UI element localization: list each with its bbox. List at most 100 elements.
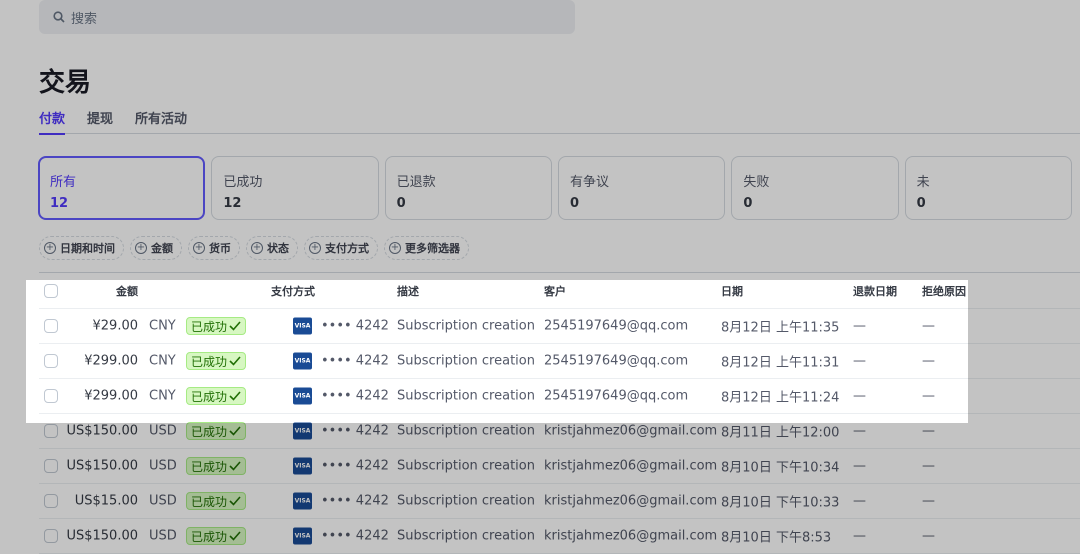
- table-row[interactable]: US$150.00 USD 已成功 VISA •••• 4242 Subscri…: [39, 414, 1080, 449]
- row-checkbox[interactable]: [44, 389, 58, 403]
- plus-circle-icon: +: [135, 242, 147, 254]
- status-card[interactable]: 失败 0: [731, 156, 899, 220]
- row-checkbox[interactable]: [44, 319, 58, 333]
- plus-circle-icon: +: [309, 242, 321, 254]
- card-last4: •••• 4242: [321, 318, 389, 334]
- filter-chip[interactable]: + 状态: [246, 236, 298, 260]
- amount: ¥299.00: [84, 388, 138, 404]
- filter-chip[interactable]: + 更多筛选器: [384, 236, 469, 260]
- visa-card-icon: VISA: [293, 492, 312, 510]
- description: Subscription creation: [397, 388, 535, 404]
- header-description[interactable]: 描述: [397, 283, 419, 299]
- header-customer[interactable]: 客户: [544, 283, 566, 299]
- amount: US$150.00: [66, 423, 138, 439]
- card-label: 未: [916, 175, 930, 190]
- search-icon: [53, 11, 65, 23]
- status-card[interactable]: 已退款 0: [384, 156, 552, 220]
- card-last4: •••• 4242: [321, 528, 389, 544]
- customer-email: 2545197649@qq.com: [544, 318, 689, 334]
- check-icon: [229, 391, 241, 401]
- date: 8月12日 上午11:35: [721, 320, 840, 336]
- row-checkbox[interactable]: [44, 424, 58, 438]
- filter-label: 日期和时间: [60, 242, 115, 255]
- table-row[interactable]: ¥29.00 CNY 已成功 VISA •••• 4242 Subscripti…: [39, 309, 1080, 344]
- status-card[interactable]: 未0: [904, 156, 1072, 220]
- header-date[interactable]: 日期: [721, 283, 743, 299]
- search-input[interactable]: 搜索: [39, 0, 575, 34]
- visa-card-icon: VISA: [293, 317, 312, 335]
- visa-card-icon: VISA: [293, 457, 312, 475]
- tab-payments[interactable]: 付款: [39, 108, 66, 135]
- decline-reason: —: [922, 493, 935, 509]
- status-label: 已成功: [191, 459, 228, 474]
- header-payment-method[interactable]: 支付方式: [271, 283, 315, 299]
- currency: CNY: [149, 353, 176, 369]
- customer-email: 2545197649@qq.com: [544, 388, 689, 404]
- table-row[interactable]: ¥299.00 CNY 已成功 VISA •••• 4242 Subscript…: [39, 344, 1080, 379]
- header-decline-reason[interactable]: 拒绝原因: [922, 283, 966, 299]
- card-count: 0: [916, 196, 926, 211]
- tab-all-activity[interactable]: 所有活动: [135, 108, 187, 134]
- currency: CNY: [149, 318, 176, 334]
- filter-chip[interactable]: + 金额: [130, 236, 182, 260]
- status-label: 已成功: [191, 389, 228, 404]
- table-header: 金额 支付方式 描述 客户 日期 退款日期 拒绝原因: [39, 273, 1080, 309]
- card-count: 12: [50, 196, 69, 211]
- filter-label: 货币: [209, 242, 231, 255]
- description: Subscription creation: [397, 458, 535, 474]
- card-last4: •••• 4242: [321, 353, 389, 369]
- check-icon: [229, 426, 241, 436]
- currency: USD: [149, 458, 177, 474]
- table-row[interactable]: ¥299.00 CNY 已成功 VISA •••• 4242 Subscript…: [39, 379, 1080, 414]
- card-count: 0: [569, 196, 580, 211]
- refund-date: —: [853, 388, 866, 404]
- card-label: 有争议: [569, 175, 609, 190]
- plus-circle-icon: +: [389, 242, 401, 254]
- filter-label: 金额: [151, 242, 173, 255]
- description: Subscription creation: [397, 318, 535, 334]
- plus-circle-icon: +: [193, 242, 205, 254]
- status-label: 已成功: [191, 319, 228, 334]
- customer-email: kristjahmez06@gmail.com: [544, 493, 718, 509]
- table-row[interactable]: US$150.00 USD 已成功 VISA •••• 4242 Subscri…: [39, 449, 1080, 484]
- status-badge: 已成功: [186, 527, 247, 545]
- filter-chip[interactable]: + 货币: [188, 236, 240, 260]
- row-checkbox[interactable]: [44, 529, 58, 543]
- tabs: 付款 提现 所有活动: [39, 108, 1080, 135]
- status-card[interactable]: 有争议 0: [557, 156, 726, 220]
- tab-payouts[interactable]: 提现: [87, 108, 113, 134]
- card-last4: •••• 4242: [321, 493, 389, 509]
- amount: ¥29.00: [92, 318, 139, 334]
- description: Subscription creation: [397, 493, 535, 509]
- status-card[interactable]: 所有 12: [38, 156, 206, 220]
- page-title: 交易: [39, 68, 92, 98]
- card-label: 所有: [50, 175, 77, 190]
- refund-date: —: [853, 353, 866, 369]
- card-last4: •••• 4242: [321, 423, 389, 439]
- row-checkbox[interactable]: [44, 354, 58, 368]
- status-badge: 已成功: [186, 492, 247, 510]
- card-count: 0: [743, 196, 753, 211]
- decline-reason: —: [922, 423, 935, 439]
- plus-circle-icon: +: [251, 242, 263, 254]
- status-cards: 所有 12 已成功 12 已退款 0 有争议 0 失败 0 未 0: [38, 156, 1072, 220]
- filter-chip[interactable]: + 支付方式: [304, 236, 378, 260]
- plus-circle-icon: +: [44, 242, 56, 254]
- table-row[interactable]: US$15.00 USD 已成功 VISA •••• 4242 Subscrip…: [39, 484, 1080, 519]
- filter-chip[interactable]: + 日期和时间: [39, 236, 124, 260]
- currency: CNY: [149, 388, 176, 404]
- select-all-checkbox[interactable]: [44, 283, 58, 298]
- filter-label: 支付方式: [325, 242, 369, 255]
- amount: US$150.00: [66, 528, 138, 544]
- check-icon: [229, 496, 241, 506]
- header-refund-date[interactable]: 退款日期: [853, 283, 897, 299]
- amount: US$150.00: [66, 458, 138, 474]
- status-label: 已成功: [191, 424, 228, 439]
- status-card[interactable]: 已成功 12: [211, 156, 379, 220]
- card-last4: •••• 4242: [321, 388, 389, 404]
- filter-bar: + 日期和时间 + 金额 + 货币 + 状态 + 支付方式 + 更多筛选器: [39, 236, 469, 260]
- row-checkbox[interactable]: [44, 494, 58, 508]
- header-amount[interactable]: 金额: [116, 283, 138, 299]
- customer-email: 2545197649@qq.com: [544, 353, 689, 369]
- row-checkbox[interactable]: [44, 459, 58, 473]
